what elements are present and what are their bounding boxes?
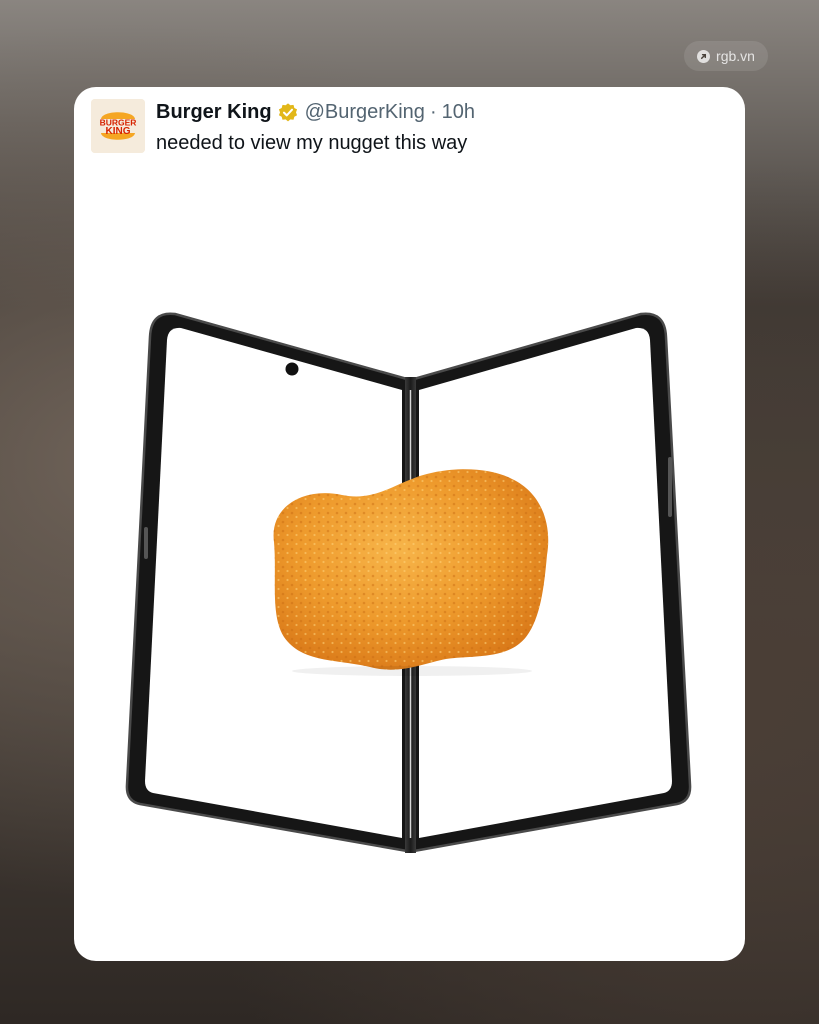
foldable-phone-nugget-image bbox=[125, 312, 692, 853]
chicken-nugget bbox=[273, 469, 549, 676]
logo-line2: KING bbox=[106, 126, 131, 137]
handle[interactable]: @BurgerKing bbox=[305, 101, 425, 124]
timestamp[interactable]: 10h bbox=[442, 101, 475, 124]
front-camera bbox=[285, 362, 299, 376]
avatar[interactable]: BURGER KING bbox=[91, 99, 145, 153]
tweet-card[interactable]: BURGER KING Burger King @BurgerKing · 10… bbox=[74, 87, 745, 961]
watermark-text: rgb.vn bbox=[716, 48, 755, 64]
arrow-up-right-icon bbox=[697, 49, 711, 63]
tweet-text: needed to view my nugget this way bbox=[156, 132, 468, 154]
watermark: rgb.vn bbox=[684, 41, 768, 71]
burger-king-logo: BURGER KING bbox=[91, 99, 145, 153]
side-button bbox=[144, 527, 148, 559]
volume-button bbox=[668, 457, 672, 517]
display-name[interactable]: Burger King bbox=[156, 101, 272, 124]
verified-badge-icon bbox=[277, 102, 299, 124]
tweet-header: BURGER KING Burger King @BurgerKing · 10… bbox=[91, 99, 728, 159]
tweet-meta: Burger King @BurgerKing · 10h bbox=[156, 101, 475, 124]
separator-dot: · bbox=[429, 101, 437, 123]
tweet-media-image[interactable] bbox=[74, 187, 745, 961]
